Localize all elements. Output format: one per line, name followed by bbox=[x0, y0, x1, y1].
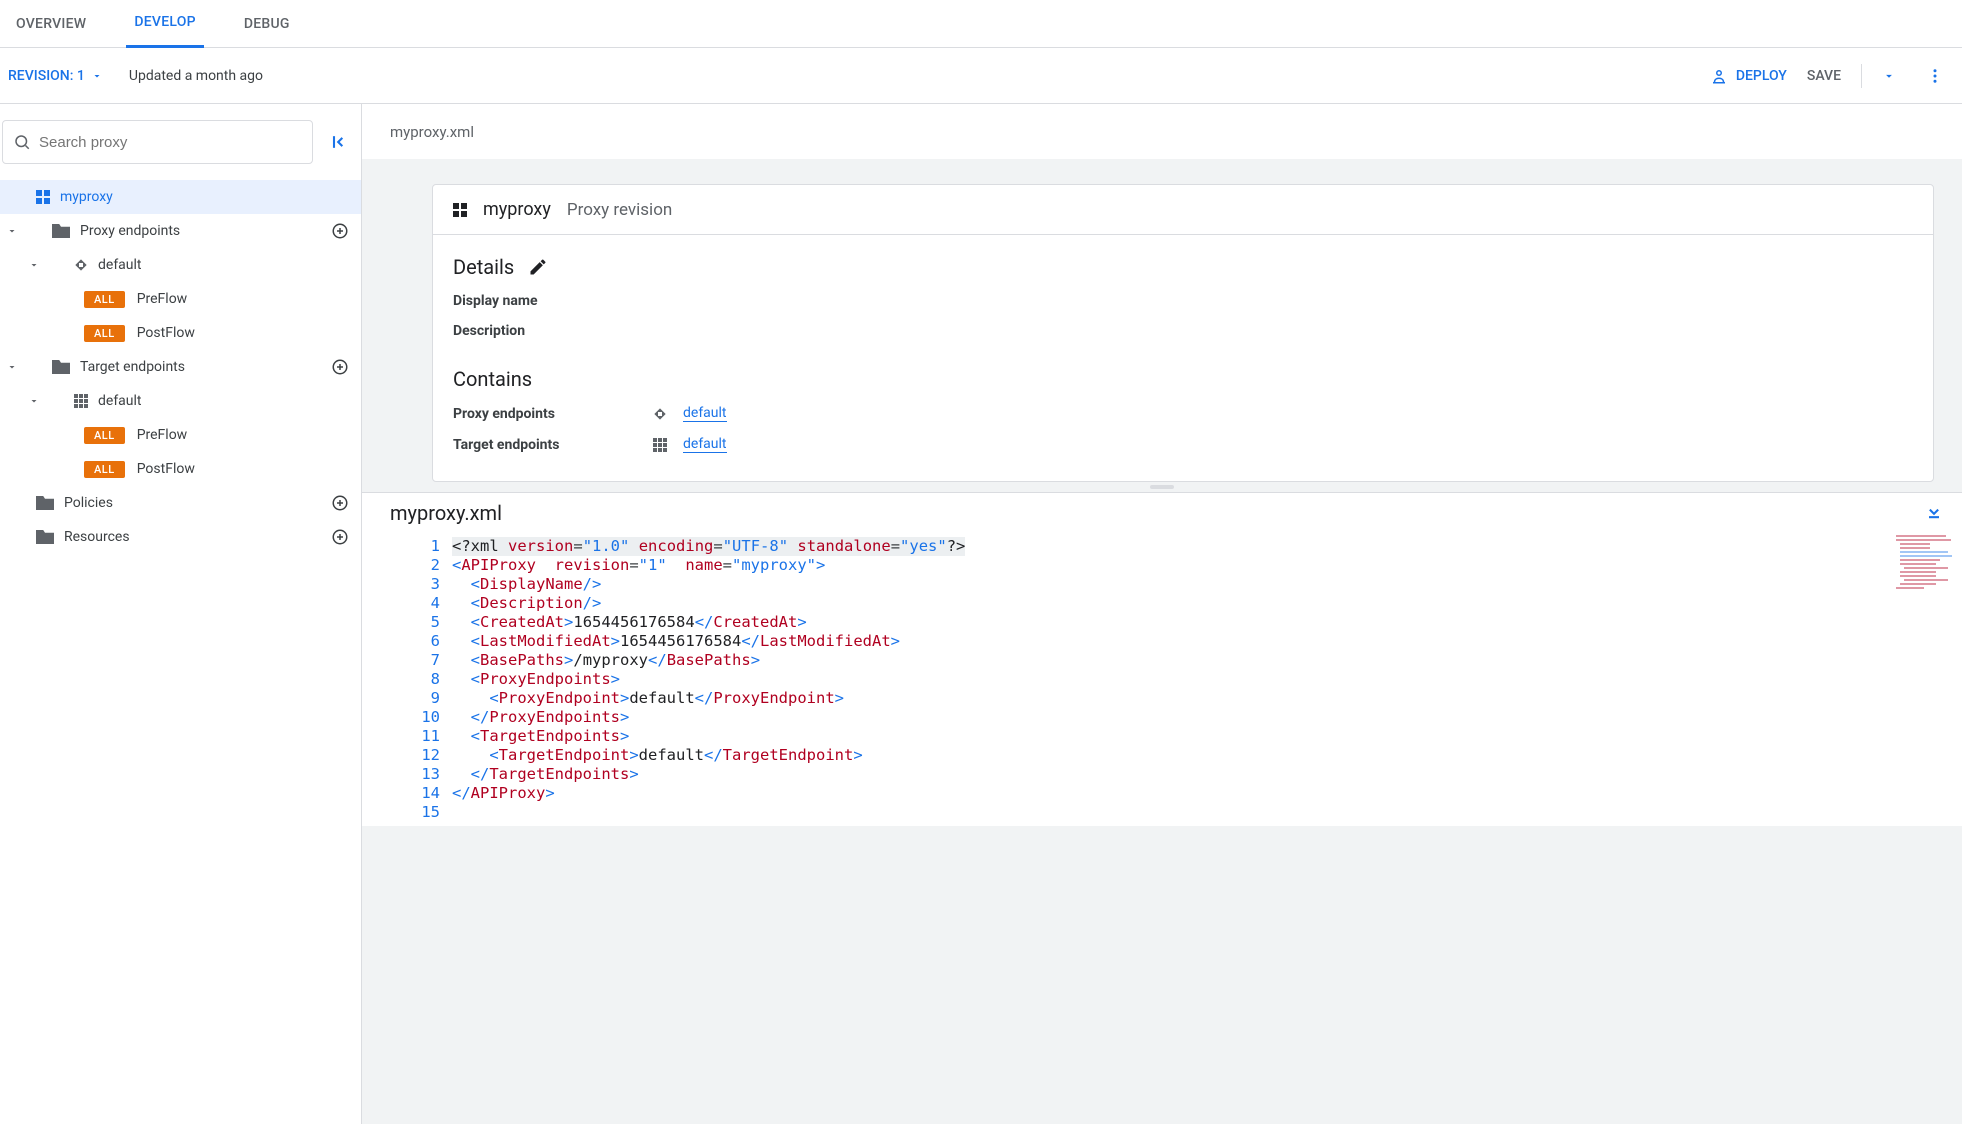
target-icon bbox=[74, 394, 88, 408]
tree-label: PreFlow bbox=[137, 427, 188, 443]
more-vert-icon bbox=[1926, 67, 1944, 85]
proxy-icon bbox=[453, 203, 467, 217]
revision-dropdown[interactable]: REVISION: 1 bbox=[6, 64, 105, 88]
chevron-down-icon bbox=[91, 70, 103, 82]
tree-policies[interactable]: Policies bbox=[0, 486, 361, 520]
collapse-sidebar-button[interactable] bbox=[329, 132, 349, 152]
folder-icon bbox=[36, 530, 54, 544]
add-proxy-endpoint-button[interactable] bbox=[331, 222, 349, 240]
plus-circle-icon bbox=[331, 358, 349, 376]
tree-proxy-postflow[interactable]: ALL PostFlow bbox=[0, 316, 361, 350]
add-resource-button[interactable] bbox=[331, 528, 349, 546]
target-icon bbox=[653, 438, 667, 452]
pencil-icon bbox=[528, 257, 548, 277]
card-title: myproxy bbox=[483, 199, 551, 220]
code-lines[interactable]: <?xml version="1.0" encoding="UTF-8" sta… bbox=[452, 533, 1962, 826]
editor-filename: myproxy.xml bbox=[390, 501, 502, 525]
all-badge: ALL bbox=[84, 461, 125, 478]
proxy-endpoint-link[interactable]: default bbox=[683, 405, 727, 422]
endpoint-icon bbox=[653, 407, 667, 421]
plus-circle-icon bbox=[331, 494, 349, 512]
proxy-card: myproxy Proxy revision Details Display n… bbox=[432, 184, 1934, 482]
tab-debug[interactable]: DEBUG bbox=[236, 0, 298, 48]
breadcrumb: myproxy.xml bbox=[362, 104, 1962, 160]
save-dropdown[interactable] bbox=[1882, 69, 1906, 83]
editor-header: myproxy.xml bbox=[362, 492, 1962, 533]
deploy-icon bbox=[1710, 67, 1728, 85]
collapse-editor-button[interactable] bbox=[1924, 503, 1944, 523]
tree-target-endpoints[interactable]: Target endpoints bbox=[0, 350, 361, 384]
tree-root-myproxy[interactable]: myproxy bbox=[0, 180, 361, 214]
tree-label: Proxy endpoints bbox=[80, 223, 180, 239]
chevron-down-bar-icon bbox=[1924, 503, 1944, 523]
edit-details-button[interactable] bbox=[528, 257, 548, 277]
plus-circle-icon bbox=[331, 528, 349, 546]
target-endpoint-link[interactable]: default bbox=[683, 436, 727, 453]
tree-label: default bbox=[98, 257, 142, 273]
all-badge: ALL bbox=[84, 291, 125, 308]
updated-text: Updated a month ago bbox=[129, 68, 263, 84]
tree-label: Resources bbox=[64, 529, 130, 545]
tree-label: PreFlow bbox=[137, 291, 188, 307]
tree-proxy-preflow[interactable]: ALL PreFlow bbox=[0, 282, 361, 316]
minimap[interactable] bbox=[1892, 533, 1962, 826]
folder-icon bbox=[52, 224, 70, 238]
proxy-tree: myproxy Proxy endpoints default ALL bbox=[0, 176, 361, 558]
code-editor[interactable]: 123 456 789 101112 131415 <?xml version=… bbox=[362, 533, 1962, 826]
tree-root-label: myproxy bbox=[60, 189, 113, 205]
details-heading: Details bbox=[453, 255, 514, 279]
deploy-button[interactable]: DEPLOY bbox=[1710, 67, 1787, 85]
tree-label: Target endpoints bbox=[80, 359, 185, 375]
add-policy-button[interactable] bbox=[331, 494, 349, 512]
tree-proxy-endpoints[interactable]: Proxy endpoints bbox=[0, 214, 361, 248]
folder-icon bbox=[52, 360, 70, 374]
proxy-endpoints-label: Proxy endpoints bbox=[453, 406, 653, 422]
caret-down-icon bbox=[28, 395, 40, 407]
caret-down-icon bbox=[6, 225, 18, 237]
search-input[interactable] bbox=[39, 134, 302, 151]
revision-bar: REVISION: 1 Updated a month ago DEPLOY S… bbox=[0, 48, 1962, 104]
minimap-icon bbox=[1892, 533, 1962, 653]
content-pane: myproxy.xml myproxy Proxy revision Detai… bbox=[362, 104, 1962, 1124]
pane-resize-handle[interactable] bbox=[362, 482, 1962, 492]
save-button[interactable]: SAVE bbox=[1807, 68, 1841, 84]
tab-overview[interactable]: OVERVIEW bbox=[8, 0, 94, 48]
card-subtitle: Proxy revision bbox=[567, 200, 672, 220]
revision-label: REVISION: 1 bbox=[8, 68, 85, 84]
more-menu[interactable] bbox=[1926, 67, 1950, 85]
tree-target-postflow[interactable]: ALL PostFlow bbox=[0, 452, 361, 486]
description-field: Description bbox=[453, 323, 1913, 339]
search-box[interactable] bbox=[2, 120, 313, 164]
deploy-label: DEPLOY bbox=[1736, 68, 1787, 84]
tree-proxy-default[interactable]: default bbox=[0, 248, 361, 282]
gutter: 123 456 789 101112 131415 bbox=[362, 533, 452, 826]
add-target-endpoint-button[interactable] bbox=[331, 358, 349, 376]
all-badge: ALL bbox=[84, 427, 125, 444]
tab-develop[interactable]: DEVELOP bbox=[126, 0, 203, 48]
folder-icon bbox=[36, 496, 54, 510]
tree-label: default bbox=[98, 393, 142, 409]
caret-down-icon bbox=[6, 361, 18, 373]
tree-target-default[interactable]: default bbox=[0, 384, 361, 418]
chevron-down-icon bbox=[1882, 69, 1896, 83]
all-badge: ALL bbox=[84, 325, 125, 342]
tree-label: PostFlow bbox=[137, 325, 195, 341]
tree-label: PostFlow bbox=[137, 461, 195, 477]
tree-label: Policies bbox=[64, 495, 113, 511]
display-name-field: Display name bbox=[453, 293, 1913, 309]
divider bbox=[1861, 64, 1862, 88]
navigator-sidebar: myproxy Proxy endpoints default ALL bbox=[0, 104, 362, 1124]
contains-heading: Contains bbox=[453, 367, 1913, 391]
tree-resources[interactable]: Resources bbox=[0, 520, 361, 554]
plus-circle-icon bbox=[331, 222, 349, 240]
search-icon bbox=[13, 133, 31, 151]
primary-tabs: OVERVIEW DEVELOP DEBUG bbox=[0, 0, 1962, 48]
tree-target-preflow[interactable]: ALL PreFlow bbox=[0, 418, 361, 452]
caret-down-icon bbox=[28, 259, 40, 271]
proxy-icon bbox=[36, 190, 50, 204]
endpoint-icon bbox=[74, 258, 88, 272]
target-endpoints-label: Target endpoints bbox=[453, 437, 653, 453]
collapse-icon bbox=[329, 132, 349, 152]
